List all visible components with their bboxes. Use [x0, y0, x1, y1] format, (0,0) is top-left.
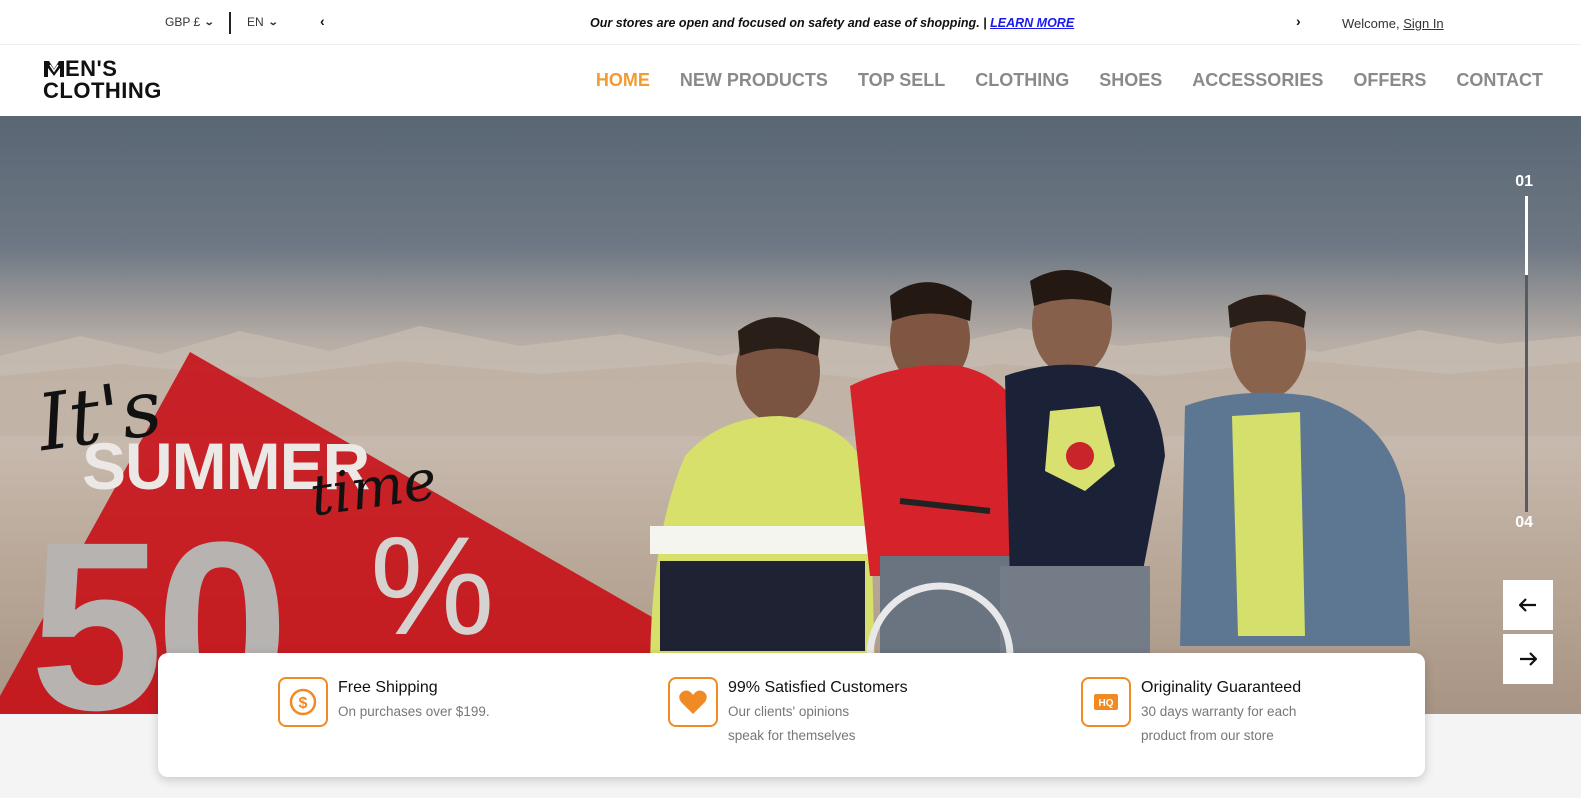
feature-desc: 30 days warranty for each product from o…: [1141, 700, 1301, 748]
feature-originality: HQ Originality Guaranteed 30 days warran…: [1081, 677, 1301, 748]
feature-desc: On purchases over $199.: [338, 700, 490, 724]
feature-title: Free Shipping: [338, 679, 438, 696]
welcome-label: Welcome,: [1342, 16, 1400, 31]
announcement-message: Our stores are open and focused on safet…: [590, 16, 987, 30]
currency-select[interactable]: GBP £ ⌄: [165, 15, 215, 29]
chevron-down-icon: ⌄: [267, 16, 279, 28]
feature-title: 99% Satisfied Customers: [728, 679, 908, 696]
logo-text-bottom: CLOTHING: [43, 78, 162, 103]
feature-free-shipping: $ Free Shipping On purchases over $199.: [278, 677, 490, 727]
nav-item-contact[interactable]: CONTACT: [1456, 70, 1543, 91]
feature-desc: Our clients' opinions speak for themselv…: [728, 700, 908, 748]
feature-title: Originality Guaranteed: [1141, 679, 1302, 696]
promo-percent-text: %: [370, 507, 495, 664]
slide-current-number: 01: [1515, 173, 1533, 190]
welcome-text: Welcome, Sign In: [1342, 16, 1444, 31]
feature-desc-line: product from our store: [1141, 728, 1274, 743]
feature-desc-line: speak for themselves: [728, 728, 856, 743]
announcement-text: Our stores are open and focused on safet…: [590, 16, 1074, 30]
heart-icon: [668, 677, 718, 727]
nav-item-clothing[interactable]: CLOTHING: [975, 70, 1069, 91]
logo-text-top: EN'S: [65, 56, 118, 81]
features-box: $ Free Shipping On purchases over $199. …: [158, 653, 1425, 777]
nav-item-new-products[interactable]: NEW PRODUCTS: [680, 70, 828, 91]
main-nav: HOME NEW PRODUCTS TOP SELL CLOTHING SHOE…: [596, 70, 1543, 91]
svg-text:HQ: HQ: [1099, 698, 1114, 709]
nav-item-home[interactable]: HOME: [596, 70, 650, 91]
chevron-down-icon: ⌄: [203, 16, 215, 28]
feature-satisfied-customers: 99% Satisfied Customers Our clients' opi…: [668, 677, 908, 748]
nav-item-accessories[interactable]: ACCESSORIES: [1192, 70, 1323, 91]
slide-progress-bar: [1525, 196, 1528, 275]
language-select[interactable]: EN ⌄: [247, 15, 279, 29]
slide-total-number: 04: [1515, 514, 1533, 531]
nav-item-offers[interactable]: OFFERS: [1353, 70, 1426, 91]
feature-desc-line: On purchases over $199.: [338, 704, 490, 719]
nav-item-shoes[interactable]: SHOES: [1099, 70, 1162, 91]
feature-desc-line: 30 days warranty for each: [1141, 704, 1297, 719]
main-header: EN'S CLOTHING HOME NEW PRODUCTS TOP SELL…: [0, 45, 1581, 116]
announcement-prev-button[interactable]: ‹: [320, 13, 325, 29]
arrow-left-icon: [1519, 598, 1536, 612]
language-label: EN: [247, 15, 264, 29]
feature-desc-line: Our clients' opinions: [728, 704, 850, 719]
currency-label: GBP £: [165, 15, 201, 29]
top-bar: GBP £ ⌄ EN ⌄ ‹ Our stores are open and f…: [0, 0, 1581, 45]
logo[interactable]: EN'S CLOTHING: [43, 58, 162, 102]
logo-mark-icon: [44, 61, 64, 77]
logo-line1: EN'S: [43, 58, 162, 80]
hero-slider: It's SUMMER time 50 % 01 04: [0, 116, 1581, 714]
slide-prev-button[interactable]: [1503, 580, 1553, 630]
slide-next-button[interactable]: [1503, 634, 1553, 684]
svg-text:$: $: [299, 695, 308, 712]
divider: [229, 12, 231, 34]
announcement-next-button[interactable]: ›: [1296, 13, 1301, 29]
dollar-icon: $: [278, 677, 328, 727]
arrow-right-icon: [1520, 652, 1537, 666]
hq-icon: HQ: [1081, 677, 1131, 727]
sign-in-link[interactable]: Sign In: [1403, 16, 1443, 31]
learn-more-link[interactable]: LEARN MORE: [990, 16, 1074, 30]
nav-item-top-sell[interactable]: TOP SELL: [858, 70, 945, 91]
